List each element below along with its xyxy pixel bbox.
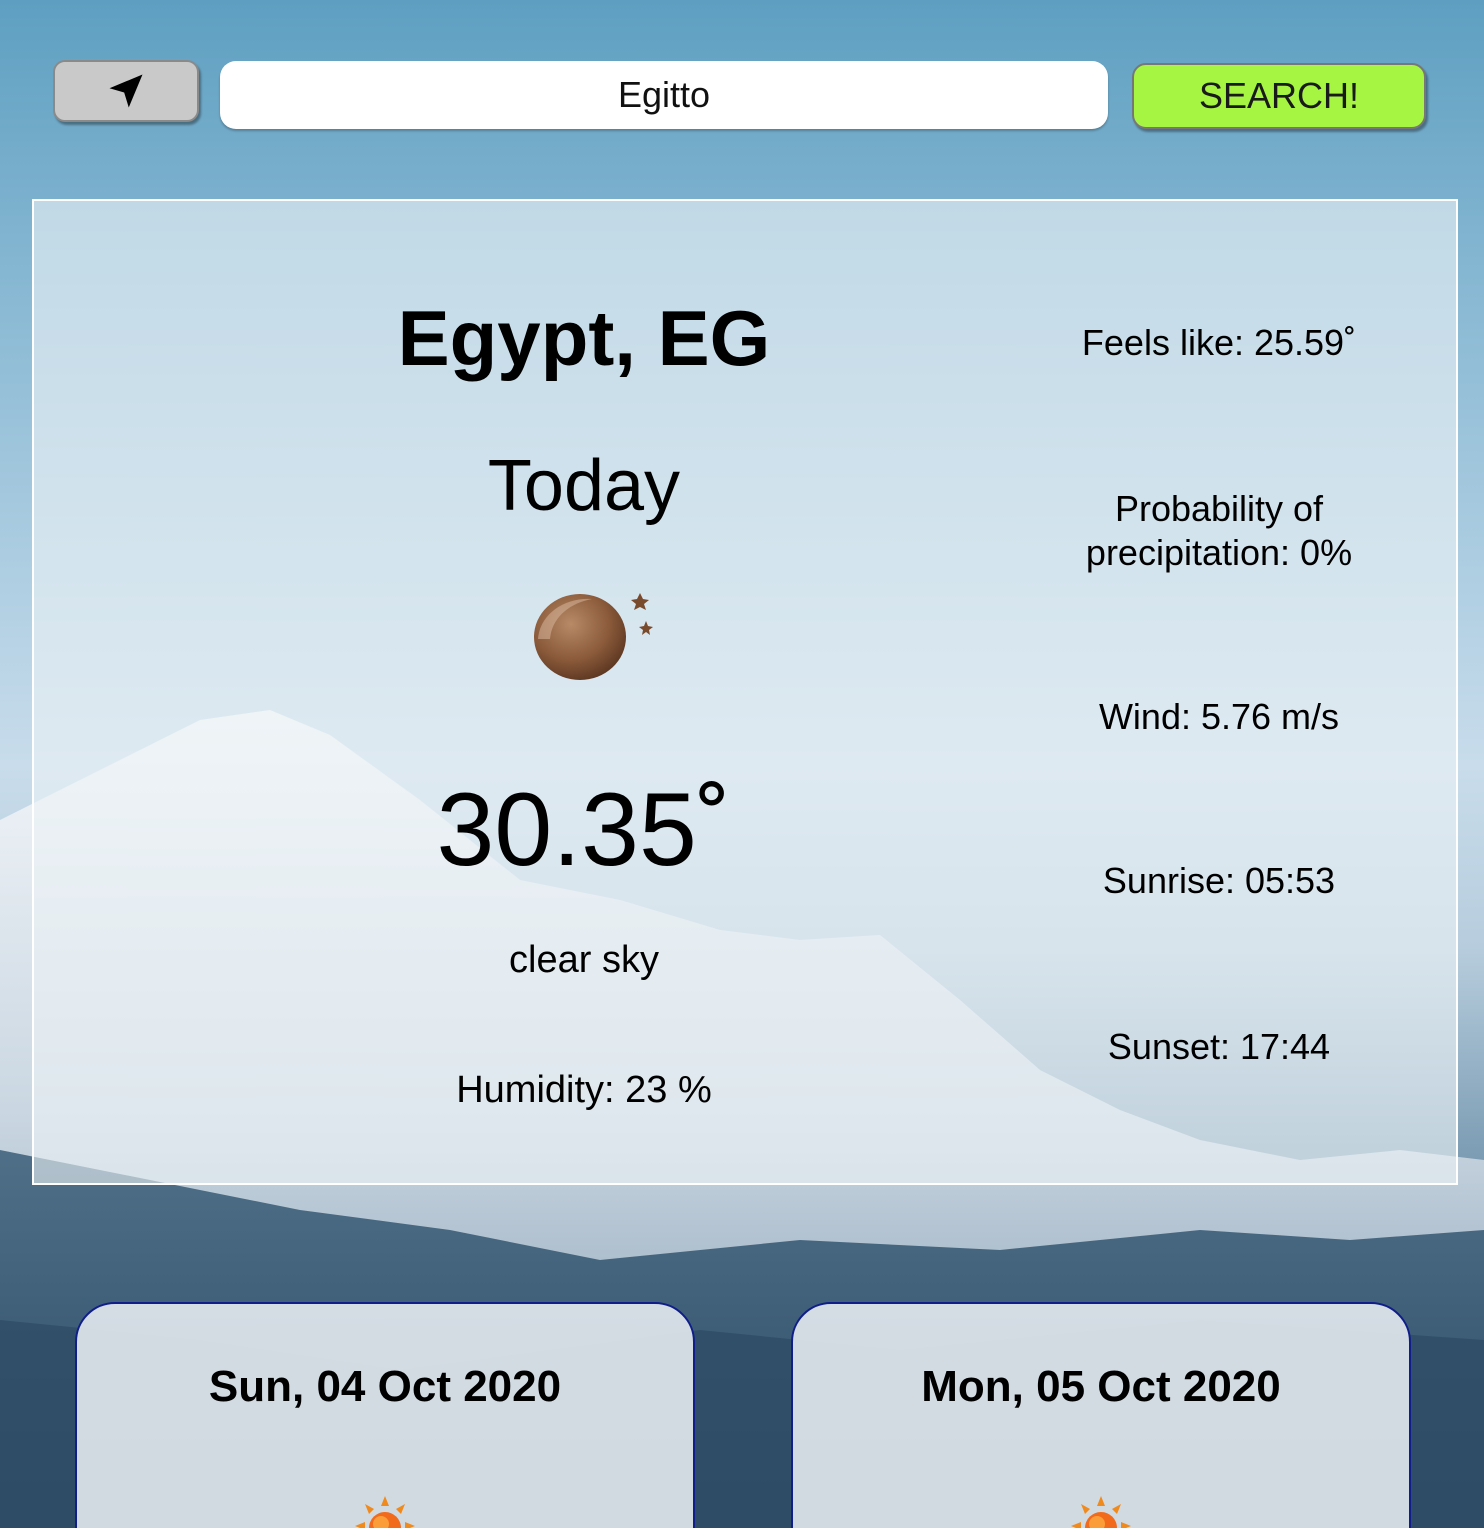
- search-button[interactable]: SEARCH!: [1132, 63, 1426, 129]
- weather-description: clear sky: [509, 939, 659, 981]
- forecast-card[interactable]: Sun, 04 Oct 2020: [75, 1302, 695, 1528]
- humidity-value: Humidity: 23 %: [456, 1069, 712, 1111]
- sunrise-time: Sunrise: 05:53: [1102, 860, 1336, 901]
- weather-app-page: SEARCH! Egypt, EG Today 30.35˚ clear sky…: [0, 0, 1484, 1528]
- forecast-date: Sun, 04 Oct 2020: [208, 1362, 562, 1411]
- city-search-input[interactable]: [220, 61, 1108, 129]
- clear-night-moon-icon: [534, 593, 653, 680]
- sunset-time: Sunset: 17:44: [1107, 1026, 1331, 1067]
- today-weather-card: Egypt, EG Today 30.35˚ clear sky Humidit…: [32, 199, 1458, 1185]
- city-name: Egypt, EG: [397, 294, 771, 382]
- precipitation-probability: Probability of precipitation: 0%: [1085, 488, 1353, 573]
- forecast-date: Mon, 05 Oct 2020: [921, 1362, 1281, 1411]
- wind-speed: Wind: 5.76 m/s: [1098, 696, 1340, 737]
- location-arrow-icon: [109, 74, 143, 108]
- forecast-card[interactable]: Mon, 05 Oct 2020: [791, 1302, 1411, 1528]
- current-location-button[interactable]: [53, 60, 199, 122]
- day-label: Today: [487, 446, 681, 526]
- sun-icon: [355, 1496, 415, 1528]
- sun-icon: [1071, 1496, 1131, 1528]
- feels-like-value: Feels like: 25.59˚: [1081, 322, 1357, 363]
- current-temperature: 30.35˚: [436, 772, 732, 888]
